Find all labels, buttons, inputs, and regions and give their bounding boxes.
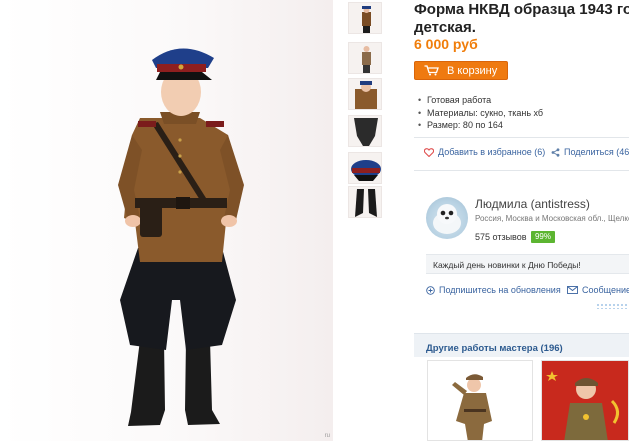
share-label: Поделиться (469 [564,147,629,157]
product-features: Готовая работа Материалы: сукно, ткань х… [418,94,543,132]
thumbnail-4[interactable] [348,115,382,147]
thumbnail-strip [348,0,384,441]
cart-icon [424,65,439,76]
decorative-dots [596,303,629,309]
message-link[interactable]: Сообщение [567,285,629,295]
share-icon [551,147,560,157]
divider [414,137,629,138]
product-title: Форма НКВД образца 1943 года детская. [414,1,629,37]
feature-item: Размер: 80 по 164 [418,119,543,132]
subscribe-label: Подпишитесь на обновления [439,285,561,295]
feature-item: Готовая работа [418,94,543,107]
other-work-thumbnail-1[interactable] [427,360,533,441]
rating-badge: 99% [531,231,555,243]
seller-name[interactable]: Людмила (antistress) [475,197,590,211]
seller-location: Россия, Москва и Московская обл., Щелков… [475,214,629,223]
seal-avatar-image [433,204,461,234]
thumbnail-3[interactable] [348,78,382,110]
other-works-title[interactable]: Другие работы мастера (196) [426,343,563,354]
share-link[interactable]: Поделиться (469 [551,147,629,157]
thumbnail-2[interactable] [348,42,382,74]
divider [414,170,629,171]
plus-circle-icon [426,285,435,295]
main-product-photo[interactable]: ru [0,0,333,441]
envelope-icon [567,286,578,294]
thumbnail-6[interactable] [348,186,382,218]
message-label: Сообщение [582,285,629,295]
feature-item: Материалы: сукно, ткань хб [418,107,543,120]
add-to-favorites-link[interactable]: Добавить в избранное (6) [424,147,545,157]
boy-in-uniform-illustration [118,48,244,426]
add-to-favorites-label: Добавить в избранное (6) [438,147,546,157]
other-work-image [452,374,492,440]
product-price: 6 000 руб [414,36,478,52]
seller-avatar[interactable] [426,197,468,239]
seller-note: Каждый день новинки к Дню Победы! [426,254,629,274]
subscribe-link[interactable]: Подпишитесь на обновления [426,285,561,295]
other-work-thumbnail-2[interactable] [541,360,629,441]
other-work-image [542,361,628,440]
heart-icon [424,147,434,157]
add-to-cart-label: В корзину [447,64,498,77]
add-to-cart-button[interactable]: В корзину [414,61,508,80]
product-title-line-1: Форма НКВД образца 1943 года [414,1,629,18]
thumbnail-5[interactable] [348,152,382,184]
seller-reviews-link[interactable]: 575 отзывов [475,232,527,242]
photo-watermark: ru [324,433,330,439]
thumbnail-1[interactable] [348,2,382,34]
product-title-line-2: детская. [414,19,476,36]
